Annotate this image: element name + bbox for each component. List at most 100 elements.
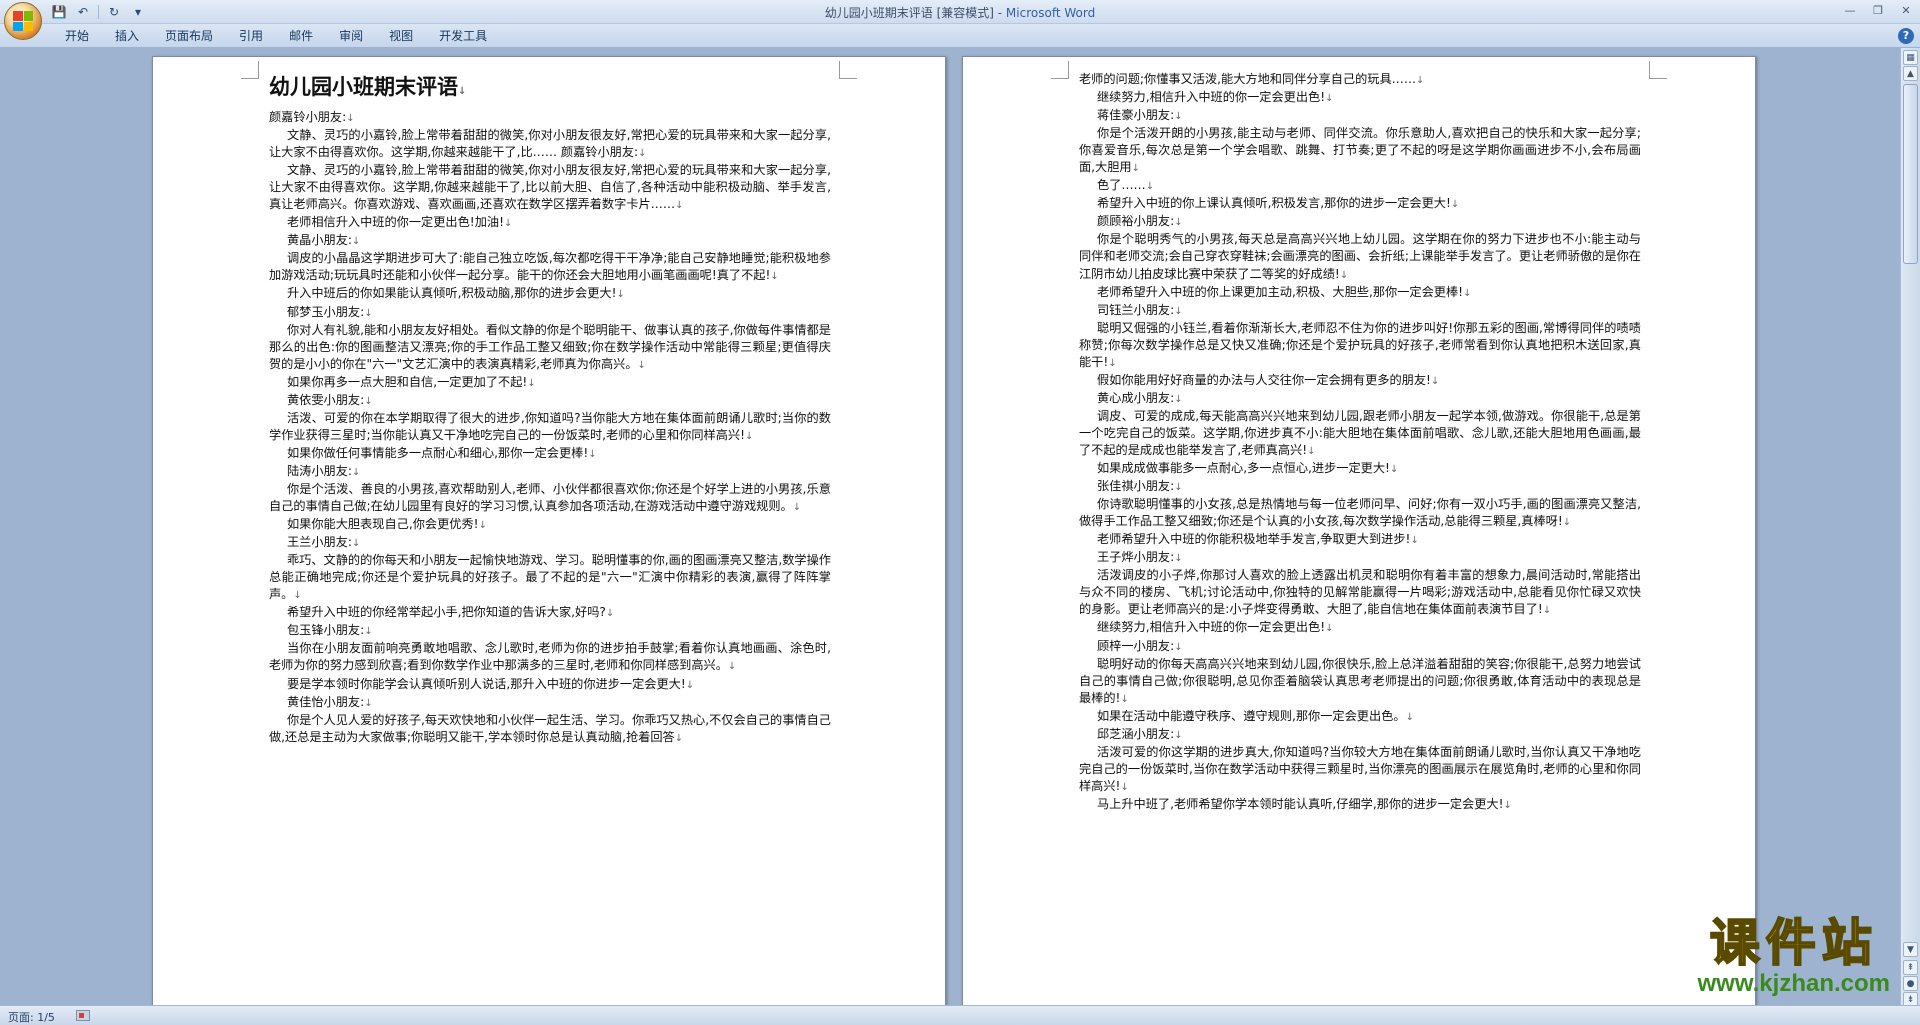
paragraph-mark-icon: ↓: [674, 732, 684, 744]
document-paragraph[interactable]: 色了……↓: [1079, 177, 1641, 195]
document-paragraph[interactable]: 继续努力,相信升入中班的你一定会更出色!↓: [1079, 89, 1641, 107]
document-paragraph[interactable]: 老师希望升入中班的你上课更加主动,积极、大胆些,那你一定会更棒!↓: [1079, 284, 1641, 302]
document-paragraph[interactable]: 如果在活动中能遵守秩序、遵守规则,那你一定会更出色。↓: [1079, 708, 1641, 726]
paragraph-mark-icon: ↓: [1339, 269, 1349, 281]
document-paragraph[interactable]: 颜顾裕小朋友:↓: [1079, 213, 1641, 231]
scroll-down-icon[interactable]: ▼: [1903, 942, 1918, 957]
tab-insert[interactable]: 插入: [102, 24, 152, 48]
window-controls: — ❐ ✕: [1836, 0, 1920, 20]
tab-developer[interactable]: 开发工具: [426, 24, 500, 48]
document-paragraph[interactable]: 调皮的小晶晶这学期进步可大了:能自己独立吃饭,每次都吃得干干净净;能自己安静地睡…: [269, 250, 831, 285]
paragraph-text: 老师的问题;你懂事又活泼,能大方地和同伴分享自己的玩具……: [1079, 72, 1417, 86]
document-paragraph[interactable]: 如果成成做事能多一点耐心,多一点恒心,进步一定更大!↓: [1079, 460, 1641, 478]
document-paragraph[interactable]: 活泼、可爱的你在本学期取得了很大的进步,你知道吗?当你能大方地在集体面前朗诵儿歌…: [269, 410, 831, 445]
paragraph-text: 王子烨小朋友:: [1097, 550, 1175, 565]
office-logo-icon: [13, 11, 33, 31]
document-paragraph[interactable]: 文静、灵巧的小嘉铃,脸上常带着甜甜的微笑,你对小朋友很友好,常把心爱的玩具带来和…: [269, 127, 831, 162]
document-paragraph[interactable]: 乖巧、文静的的你每天和小朋友一起愉快地游戏、学习。聪明懂事的你,画的图画漂亮又整…: [269, 552, 831, 604]
document-paragraph[interactable]: 聪明又倔强的小钰兰,看着你渐渐长大,老师忍不住为你的进步叫好!你那五彩的图画,常…: [1079, 320, 1641, 372]
document-paragraph[interactable]: 假如你能用好好商量的办法与人交往你一定会拥有更多的朋友!↓: [1079, 372, 1641, 390]
paragraph-mark-icon: ↓: [352, 538, 361, 550]
document-paragraph[interactable]: 升入中班后的你如果能认真倾听,积极动脑,那你的进步会更大!↓: [269, 285, 831, 303]
document-paragraph[interactable]: 如果你能大胆表现自己,你会更优秀!↓: [269, 516, 831, 534]
document-paragraph[interactable]: 活泼调皮的小子烨,你那讨人喜欢的脸上透露出机灵和聪明你有着丰富的想象力,晨间活动…: [1079, 567, 1641, 619]
document-paragraph[interactable]: 要是学本领时你能学会认真倾听别人说话,那升入中班的你进步一定会更大!↓: [269, 676, 831, 694]
previous-page-icon[interactable]: ⇞: [1903, 960, 1918, 975]
tab-page-layout[interactable]: 页面布局: [152, 24, 226, 48]
paragraph-mark-icon: ↓: [1174, 305, 1183, 317]
page-count[interactable]: 页面: 1/5: [8, 1009, 55, 1025]
paragraph-mark-icon: ↓: [1174, 553, 1183, 565]
watermark-logo: 课件站 www.kjzhan.com: [1698, 914, 1890, 997]
document-paragraph[interactable]: 王兰小朋友:↓: [269, 534, 831, 552]
maximize-button[interactable]: ❐: [1864, 0, 1892, 20]
tab-view[interactable]: 视图: [376, 24, 426, 48]
scroll-thumb[interactable]: [1903, 84, 1918, 264]
tab-references[interactable]: 引用: [226, 24, 276, 48]
document-paragraph[interactable]: 老师的问题;你懂事又活泼,能大方地和同伴分享自己的玩具……↓: [1079, 71, 1641, 89]
ruler-toggle-icon[interactable]: ▦: [1903, 50, 1918, 65]
document-paragraph[interactable]: 黄心成小朋友:↓: [1079, 390, 1641, 408]
paragraph-mark-icon: ↓: [1120, 781, 1129, 793]
document-paragraph[interactable]: 当你在小朋友面前响亮勇敢地唱歌、念儿歌时,老师为你的进步拍手鼓掌;看着你认真地画…: [269, 640, 831, 675]
page-content[interactable]: 老师的问题;你懂事又活泼,能大方地和同伴分享自己的玩具……↓ 继续努力,相信升入中…: [1079, 71, 1641, 814]
scroll-up-icon[interactable]: ▲: [1903, 66, 1918, 81]
document-paragraph[interactable]: 活泼可爱的你这学期的进步真大,你知道吗?当你较大方地在集体面前朗诵儿歌时,当你认…: [1079, 744, 1641, 796]
select-browse-object-icon[interactable]: ●: [1903, 976, 1918, 991]
document-paragraph[interactable]: 你是个聪明秀气的小男孩,每天总是高高兴兴地上幼儿园。这学期在你的努力下进步也不小…: [1079, 231, 1641, 283]
document-paragraph[interactable]: 包玉锋小朋友:↓: [269, 622, 831, 640]
tab-home[interactable]: 开始: [52, 24, 102, 48]
document-paragraph[interactable]: 如果你再多一点大胆和自信,一定更加了不起!↓: [269, 374, 831, 392]
tab-mailings[interactable]: 邮件: [276, 24, 326, 48]
document-paragraph[interactable]: 如果你做任何事情能多一点耐心和细心,那你一定会更棒!↓: [269, 445, 831, 463]
document-paragraph[interactable]: 继续努力,相信升入中班的你一定会更出色!↓: [1079, 619, 1641, 637]
document-paragraph[interactable]: 希望升入中班的你上课认真倾听,积极发言,那你的进步一定会更大!↓: [1079, 195, 1641, 213]
paragraph-mark-icon: ↓: [1145, 181, 1155, 193]
document-paragraph[interactable]: 调皮、可爱的成成,每天能高高兴兴地来到幼儿园,跟老师小朋友一起学本领,做游戏。你…: [1079, 408, 1641, 460]
paragraph-text: 颜顾裕小朋友:: [1097, 214, 1175, 229]
document-paragraph[interactable]: 你诗歌聪明懂事的小女孩,总是热情地与每一位老师问早、问好;你有一双小巧手,画的图…: [1079, 496, 1641, 531]
document-page-2[interactable]: 老师的问题;你懂事又活泼,能大方地和同伴分享自己的玩具……↓ 继续努力,相信升入中…: [962, 56, 1756, 1005]
document-paragraph[interactable]: 希望升入中班的你经常举起小手,把你知道的告诉大家,好吗?↓: [269, 604, 831, 622]
minimize-button[interactable]: —: [1836, 0, 1864, 20]
document-paragraph[interactable]: 蒋佳豪小朋友:↓: [1079, 107, 1641, 125]
document-paragraph[interactable]: 马上升中班了,老师希望你学本领时能认真听,仔细学,那你的进步一定会更大!↓: [1079, 796, 1641, 814]
document-paragraph[interactable]: 黄依雯小朋友:↓: [269, 392, 831, 410]
document-paragraph[interactable]: 文静、灵巧的小嘉铃,脸上常带着甜甜的微笑,你对小朋友很友好,常把心爱的玩具带来和…: [269, 162, 831, 214]
vertical-scrollbar[interactable]: ▦ ▲ ▼ ⇞ ● ⇟: [1900, 48, 1920, 1007]
paragraph-mark-icon: ↓: [1131, 163, 1141, 175]
tab-review[interactable]: 审阅: [326, 24, 376, 48]
paragraph-mark-icon: ↓: [727, 661, 737, 673]
proofing-status-icon[interactable]: [76, 1010, 90, 1021]
document-paragraph[interactable]: 郁梦玉小朋友:↓: [269, 304, 831, 322]
document-paragraph[interactable]: 聪明好动的你每天高高兴兴地来到幼儿园,你很快乐,脸上总洋溢着甜甜的笑容;你很能干…: [1079, 656, 1641, 708]
document-paragraph[interactable]: 张佳祺小朋友:↓: [1079, 478, 1641, 496]
document-paragraph[interactable]: 颜嘉铃小朋友:↓: [269, 109, 831, 127]
paragraph-mark-icon: ↓: [745, 430, 754, 442]
document-page-1[interactable]: 幼儿园小班期末评语↓ 颜嘉铃小朋友:↓ 文静、灵巧的小嘉铃,脸上常带着甜甜的微笑,…: [152, 56, 946, 1005]
document-paragraph[interactable]: 邱芝涵小朋友:↓: [1079, 726, 1641, 744]
document-paragraph[interactable]: 你是个活泼开朗的小男孩,能主动与老师、同伴交流。你乐意助人,喜欢把自己的快乐和大…: [1079, 125, 1641, 177]
paragraph-mark-icon: ↓: [1174, 641, 1183, 653]
close-button[interactable]: ✕: [1892, 0, 1920, 20]
document-paragraph[interactable]: 你是个活泼、善良的小男孩,喜欢帮助别人,老师、小伙伴都很喜欢你;你还是个好学上进…: [269, 481, 831, 516]
document-paragraph[interactable]: 老师相信升入中班的你一定更出色!加油!↓: [269, 214, 831, 232]
page-content[interactable]: 幼儿园小班期末评语↓ 颜嘉铃小朋友:↓ 文静、灵巧的小嘉铃,脸上常带着甜甜的微笑,…: [269, 71, 831, 747]
paragraph-mark-icon: ↓: [478, 520, 487, 532]
document-paragraph[interactable]: 黄晶小朋友:↓: [269, 232, 831, 250]
paragraph-mark-icon: ↓: [1174, 482, 1183, 494]
document-paragraph[interactable]: 老师希望升入中班的你能积极地举手发言,争取更大到进步!↓: [1079, 531, 1641, 549]
paragraph-text: 你诗歌聪明懂事的小女孩,总是热情地与每一位老师问早、问好;你有一双小巧手,画的图…: [1079, 497, 1641, 529]
document-paragraph[interactable]: 王子烨小朋友:↓: [1079, 549, 1641, 567]
document-paragraph[interactable]: 你对人有礼貌,能和小朋友友好相处。看似文静的你是个聪明能干、做事认真的孩子,你做…: [269, 322, 831, 374]
document-paragraph[interactable]: 司钰兰小朋友:↓: [1079, 302, 1641, 320]
paragraph-mark-icon: ↓: [638, 148, 647, 160]
paragraph-text: 乖巧、文静的的你每天和小朋友一起愉快地游戏、学习。聪明懂事的你,画的图画漂亮又整…: [269, 553, 831, 602]
document-paragraph[interactable]: 黄佳怡小朋友:↓: [269, 694, 831, 712]
document-paragraph[interactable]: 你是个人见人爱的好孩子,每天欢快地和小伙伴一起生活、学习。你乖巧又热心,不仅会自…: [269, 712, 831, 747]
help-icon[interactable]: ?: [1898, 28, 1914, 44]
office-button[interactable]: [4, 2, 42, 40]
document-paragraph[interactable]: 顾梓一小朋友:↓: [1079, 638, 1641, 656]
document-paragraph[interactable]: 陆涛小朋友:↓: [269, 463, 831, 481]
paragraph-text: 希望升入中班的你上课认真倾听,积极发言,那你的进步一定会更大!: [1097, 196, 1451, 211]
